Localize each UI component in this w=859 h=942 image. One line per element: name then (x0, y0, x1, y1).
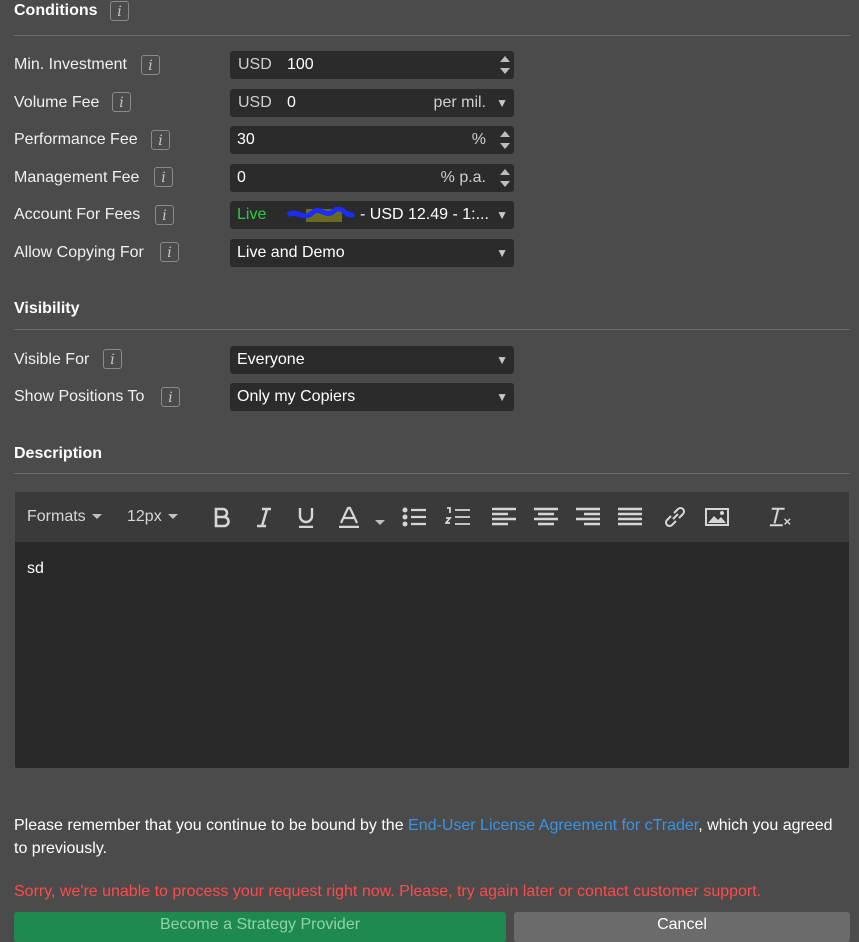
align-center-icon[interactable] (533, 506, 559, 528)
eula-link[interactable]: End-User License Agreement for cTrader (408, 817, 698, 834)
performance-fee-info-icon[interactable]: i (151, 130, 170, 150)
notice-text: Please remember that you continue to be … (14, 817, 409, 834)
volume-fee-input[interactable]: USD 0 per mil. ▼ (230, 89, 514, 117)
bullet-list-icon[interactable] (401, 506, 427, 528)
management-fee-value: 0 (237, 169, 246, 186)
spinner-icon[interactable] (500, 168, 510, 188)
show-positions-value: Only my Copiers (237, 388, 356, 405)
account-status-live: Live (237, 206, 267, 223)
align-justify-icon[interactable] (617, 506, 643, 528)
allow-copying-info-icon[interactable]: i (160, 242, 179, 262)
dropdown-caret-icon[interactable]: ▼ (496, 346, 508, 374)
text-color-icon[interactable] (337, 506, 361, 528)
allow-copying-value: Live and Demo (237, 244, 345, 261)
link-icon[interactable] (663, 506, 687, 528)
description-title: Description (14, 445, 103, 462)
management-fee-info-icon[interactable]: i (154, 167, 173, 187)
align-right-icon[interactable] (575, 506, 601, 528)
show-positions-info-icon[interactable]: i (161, 387, 180, 407)
account-for-fees-info-icon[interactable]: i (155, 205, 174, 225)
performance-fee-value: 30 (237, 131, 255, 148)
volume-fee-unit: per mil. (433, 94, 486, 111)
editor-content[interactable]: sd (27, 560, 44, 578)
redaction-scribble (286, 207, 356, 222)
conditions-title: Conditions (14, 2, 98, 19)
show-positions-label: Show Positions To (14, 388, 145, 405)
cancel-button[interactable]: Cancel (514, 912, 850, 942)
chevron-down-icon (167, 514, 178, 520)
show-positions-select[interactable]: Only my Copiers ▼ (230, 383, 514, 411)
dropdown-caret-icon[interactable]: ▼ (496, 239, 508, 267)
performance-fee-unit: % (471, 131, 486, 148)
editor-toolbar: Formats 12px (15, 492, 849, 542)
volume-fee-value: 0 (287, 94, 296, 111)
visible-for-select[interactable]: Everyone ▼ (230, 346, 514, 374)
conditions-info-icon[interactable]: i (110, 1, 129, 21)
visible-for-label: Visible For (14, 351, 90, 368)
image-icon[interactable] (705, 506, 729, 528)
chevron-down-icon (91, 514, 102, 520)
visibility-title: Visibility (14, 300, 80, 317)
account-details: - USD 12.49 - 1:... (360, 206, 489, 223)
italic-icon[interactable] (253, 506, 275, 528)
spinner-icon[interactable] (500, 55, 510, 75)
bold-icon[interactable] (211, 506, 233, 528)
volume-fee-label: Volume Fee (14, 94, 100, 111)
min-investment-info-icon[interactable]: i (141, 55, 160, 75)
eula-notice: Please remember that you continue to be … (14, 814, 834, 860)
min-investment-input[interactable]: USD 100 (230, 51, 514, 79)
font-size-dropdown[interactable]: 12px (127, 506, 178, 528)
description-editor[interactable]: Formats 12px sd (15, 492, 849, 768)
underline-icon[interactable] (295, 506, 317, 528)
divider (14, 35, 850, 36)
currency-label: USD (238, 56, 272, 73)
formats-dropdown[interactable]: Formats (27, 506, 102, 528)
allow-copying-label: Allow Copying For (14, 244, 144, 261)
volume-fee-info-icon[interactable]: i (112, 92, 131, 112)
dropdown-caret-icon[interactable]: ▼ (496, 201, 508, 229)
min-investment-value: 100 (287, 56, 314, 73)
account-for-fees-select[interactable]: Live - USD 12.49 - 1:... ▼ (230, 201, 514, 229)
error-message: Sorry, we're unable to process your requ… (14, 883, 762, 900)
divider (14, 329, 850, 330)
dropdown-caret-icon[interactable]: ▼ (496, 89, 508, 117)
visible-for-value: Everyone (237, 351, 305, 368)
allow-copying-select[interactable]: Live and Demo ▼ (230, 239, 514, 267)
font-size-label: 12px (127, 508, 162, 525)
visible-for-info-icon[interactable]: i (103, 349, 122, 369)
management-fee-label: Management Fee (14, 169, 140, 186)
dropdown-caret-icon[interactable]: ▼ (496, 383, 508, 411)
divider (14, 473, 850, 474)
clear-formatting-icon[interactable] (767, 506, 793, 528)
account-for-fees-label: Account For Fees (14, 206, 141, 223)
min-investment-label: Min. Investment (14, 56, 127, 73)
align-left-icon[interactable] (491, 506, 517, 528)
performance-fee-input[interactable]: 30 % (230, 126, 514, 154)
management-fee-input[interactable]: 0 % p.a. (230, 164, 514, 192)
numbered-list-icon[interactable] (445, 506, 471, 528)
formats-label: Formats (27, 508, 86, 525)
management-fee-unit: % p.a. (440, 169, 486, 186)
text-color-dropdown-icon[interactable] (375, 514, 385, 536)
performance-fee-label: Performance Fee (14, 131, 138, 148)
spinner-icon[interactable] (500, 130, 510, 150)
currency-label: USD (238, 94, 272, 111)
become-strategy-provider-button[interactable]: Become a Strategy Provider (14, 912, 506, 942)
